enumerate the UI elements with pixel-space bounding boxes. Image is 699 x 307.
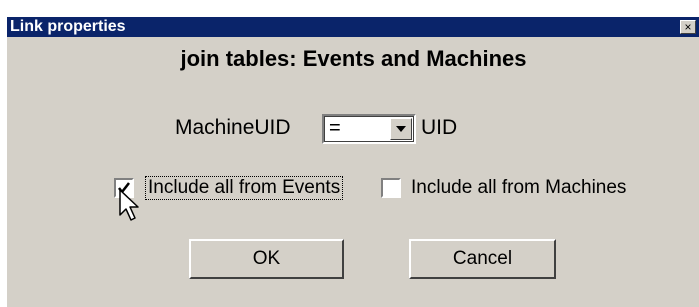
left-field-label: MachineUID — [175, 116, 291, 139]
close-button[interactable]: × — [680, 20, 696, 34]
ok-button[interactable]: OK — [189, 239, 344, 279]
dropdown-arrow-icon — [396, 126, 406, 132]
link-properties-dialog: Link properties × join tables: Events an… — [6, 16, 699, 307]
include-all-machines-label[interactable]: Include all from Machines — [411, 177, 626, 199]
include-all-machines-checkbox[interactable] — [381, 178, 401, 198]
operator-dropdown-button[interactable] — [390, 118, 412, 140]
dialog-heading: join tables: Events and Machines — [180, 46, 527, 71]
right-field-label: UID — [421, 116, 458, 139]
operator-value: = — [329, 117, 341, 139]
title-bar[interactable]: Link properties × — [7, 17, 699, 37]
window-title: Link properties — [10, 18, 126, 35]
operator-select[interactable]: = — [322, 114, 416, 144]
close-icon: × — [684, 20, 692, 34]
include-all-events-label[interactable]: Include all from Events — [144, 176, 344, 200]
cancel-button[interactable]: Cancel — [409, 239, 556, 279]
mouse-pointer-icon — [119, 189, 139, 221]
